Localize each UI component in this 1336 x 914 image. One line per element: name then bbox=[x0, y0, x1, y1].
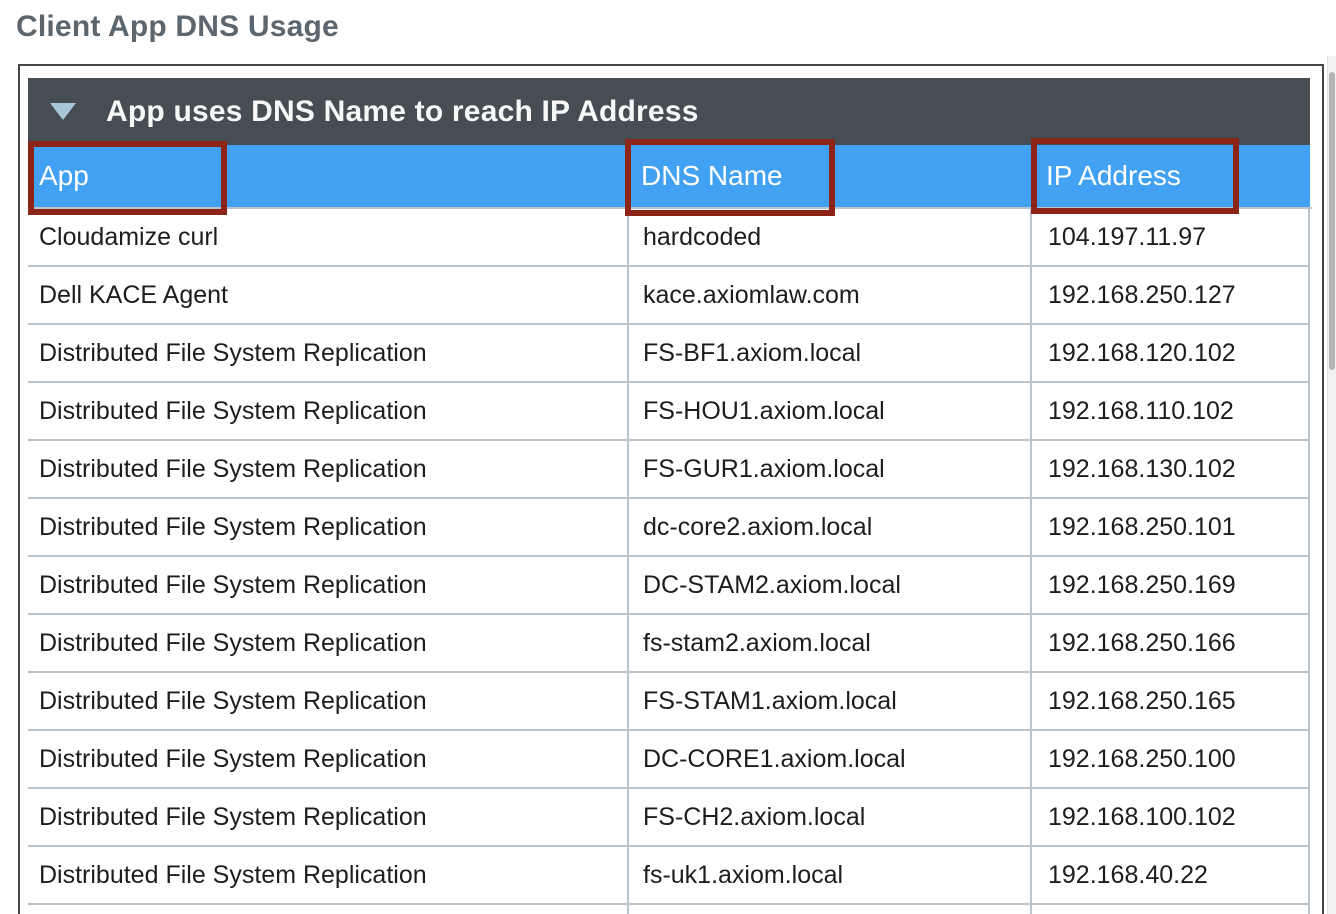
cell-ip: 192.168.250.101 bbox=[1030, 499, 1310, 555]
table-row[interactable]: Cloudamize curlhardcoded104.197.11.97 bbox=[28, 209, 1310, 267]
cell-dns: FS-HOU1.axiom.local bbox=[627, 383, 1030, 439]
cell-ip: 192.168.250.165 bbox=[1030, 673, 1310, 729]
annotation-box-app-header bbox=[28, 141, 227, 215]
cell-dns: DC-CORE1.axiom.local bbox=[627, 731, 1030, 787]
cell-ip: 192.168.130.102 bbox=[1030, 441, 1310, 497]
cell-app: Distributed File System Replication bbox=[28, 383, 627, 439]
collapse-triangle-icon[interactable] bbox=[50, 103, 76, 120]
page-scrollbar[interactable] bbox=[1327, 56, 1336, 914]
annotation-box-dns-name-header bbox=[625, 139, 835, 216]
table-row[interactable]: Distributed File System ReplicationFS-HO… bbox=[28, 383, 1310, 441]
cell-dns: dc-core2.axiom.local bbox=[627, 499, 1030, 555]
cell-ip: 192.168.40.22 bbox=[1030, 847, 1310, 903]
table-row-partial[interactable] bbox=[28, 905, 1310, 914]
cell-ip: 104.197.11.97 bbox=[1030, 209, 1310, 265]
cell-dns bbox=[627, 905, 1030, 914]
table-row[interactable]: Distributed File System ReplicationFS-CH… bbox=[28, 789, 1310, 847]
cell-dns: kace.axiomlaw.com bbox=[627, 267, 1030, 323]
cell-dns: FS-GUR1.axiom.local bbox=[627, 441, 1030, 497]
table-body: Cloudamize curlhardcoded104.197.11.97Del… bbox=[28, 207, 1312, 914]
cell-dns: hardcoded bbox=[627, 209, 1030, 265]
table-row[interactable]: Dell KACE Agentkace.axiomlaw.com192.168.… bbox=[28, 267, 1310, 325]
cell-app: Dell KACE Agent bbox=[28, 267, 627, 323]
table-row[interactable]: Distributed File System ReplicationDC-ST… bbox=[28, 557, 1310, 615]
table-row[interactable]: Distributed File System ReplicationFS-ST… bbox=[28, 673, 1310, 731]
cell-app: Cloudamize curl bbox=[28, 209, 627, 265]
cell-dns: FS-STAM1.axiom.local bbox=[627, 673, 1030, 729]
cell-app: Distributed File System Replication bbox=[28, 847, 627, 903]
cell-ip: 192.168.100.102 bbox=[1030, 789, 1310, 845]
cell-ip: 192.168.250.169 bbox=[1030, 557, 1310, 613]
cell-ip: 192.168.110.102 bbox=[1030, 383, 1310, 439]
cell-ip: 192.168.250.100 bbox=[1030, 731, 1310, 787]
page-title: Client App DNS Usage bbox=[16, 10, 339, 44]
cell-ip: 192.168.250.166 bbox=[1030, 615, 1310, 671]
cell-app: Distributed File System Replication bbox=[28, 673, 627, 729]
section-title: App uses DNS Name to reach IP Address bbox=[106, 95, 699, 129]
cell-app: Distributed File System Replication bbox=[28, 789, 627, 845]
cell-app bbox=[28, 905, 627, 914]
cell-ip: 192.168.250.127 bbox=[1030, 267, 1310, 323]
cell-dns: fs-stam2.axiom.local bbox=[627, 615, 1030, 671]
annotation-box-ip-address-header bbox=[1031, 138, 1239, 214]
cell-dns: FS-CH2.axiom.local bbox=[627, 789, 1030, 845]
cell-ip bbox=[1030, 905, 1310, 914]
table-row[interactable]: Distributed File System Replicationfs-st… bbox=[28, 615, 1310, 673]
collapsible-section-header[interactable]: App uses DNS Name to reach IP Address bbox=[28, 78, 1310, 145]
cell-dns: FS-BF1.axiom.local bbox=[627, 325, 1030, 381]
table-row[interactable]: Distributed File System ReplicationFS-GU… bbox=[28, 441, 1310, 499]
cell-app: Distributed File System Replication bbox=[28, 731, 627, 787]
cell-app: Distributed File System Replication bbox=[28, 557, 627, 613]
table-row[interactable]: Distributed File System ReplicationFS-BF… bbox=[28, 325, 1310, 383]
cell-dns: fs-uk1.axiom.local bbox=[627, 847, 1030, 903]
cell-app: Distributed File System Replication bbox=[28, 499, 627, 555]
cell-app: Distributed File System Replication bbox=[28, 615, 627, 671]
scrollbar-thumb[interactable] bbox=[1329, 72, 1335, 370]
cell-app: Distributed File System Replication bbox=[28, 441, 627, 497]
table-row[interactable]: Distributed File System Replicationdc-co… bbox=[28, 499, 1310, 557]
cell-dns: DC-STAM2.axiom.local bbox=[627, 557, 1030, 613]
cell-app: Distributed File System Replication bbox=[28, 325, 627, 381]
cell-ip: 192.168.120.102 bbox=[1030, 325, 1310, 381]
table-row[interactable]: Distributed File System Replicationfs-uk… bbox=[28, 847, 1310, 905]
table-row[interactable]: Distributed File System ReplicationDC-CO… bbox=[28, 731, 1310, 789]
